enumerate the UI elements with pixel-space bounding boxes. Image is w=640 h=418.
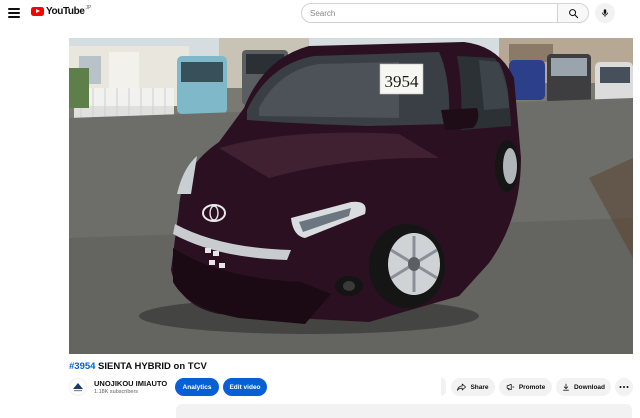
download-button[interactable]: Download bbox=[556, 378, 611, 396]
download-label: Download bbox=[573, 383, 606, 391]
channel-name[interactable]: UNOJIKOU IMIAUTO bbox=[94, 379, 167, 388]
search-input[interactable]: Search bbox=[301, 3, 558, 23]
promote-button[interactable]: Promote bbox=[499, 378, 552, 396]
windshield-number-sticker: 3954 bbox=[385, 72, 420, 91]
download-icon bbox=[563, 383, 569, 391]
logo-text: YouTube bbox=[46, 6, 85, 17]
title-text: SIENTA HYBRID on TCV bbox=[95, 361, 207, 372]
more-horizontal-icon bbox=[619, 386, 629, 388]
edit-video-button[interactable]: Edit video bbox=[223, 378, 267, 396]
share-label: Share bbox=[470, 383, 489, 391]
video-title: #3954 SIENTA HYBRID on TCV bbox=[69, 361, 207, 372]
analytics-label: Analytics bbox=[182, 383, 212, 391]
menu-icon[interactable] bbox=[7, 6, 21, 20]
video-frame: 3954 bbox=[69, 38, 633, 354]
share-button[interactable]: Share bbox=[451, 378, 495, 396]
logo-country-code: JP bbox=[85, 4, 92, 11]
edit-video-label: Edit video bbox=[229, 383, 261, 391]
search-placeholder: Search bbox=[310, 8, 336, 18]
masthead: YouTube JP Search bbox=[0, 0, 640, 26]
title-hashtag-link[interactable]: #3954 bbox=[69, 361, 95, 372]
channel-logo-icon bbox=[73, 383, 83, 392]
youtube-play-icon bbox=[31, 7, 44, 16]
promote-label: Promote bbox=[518, 383, 546, 391]
share-icon bbox=[457, 383, 467, 391]
promote-icon bbox=[506, 384, 515, 391]
subscriber-count: 1.18K subscribers bbox=[94, 389, 139, 395]
analytics-button[interactable]: Analytics bbox=[175, 378, 219, 396]
like-button-edge[interactable] bbox=[441, 378, 446, 396]
search-icon bbox=[568, 8, 578, 18]
youtube-logo[interactable]: YouTube JP bbox=[31, 4, 92, 17]
voice-search-button[interactable] bbox=[595, 3, 615, 23]
description-box[interactable] bbox=[176, 404, 632, 418]
more-actions-button[interactable] bbox=[615, 378, 633, 396]
channel-avatar[interactable] bbox=[69, 378, 87, 396]
video-player[interactable]: 3954 bbox=[69, 38, 633, 354]
mic-icon bbox=[602, 9, 608, 17]
search-button[interactable] bbox=[557, 3, 589, 23]
